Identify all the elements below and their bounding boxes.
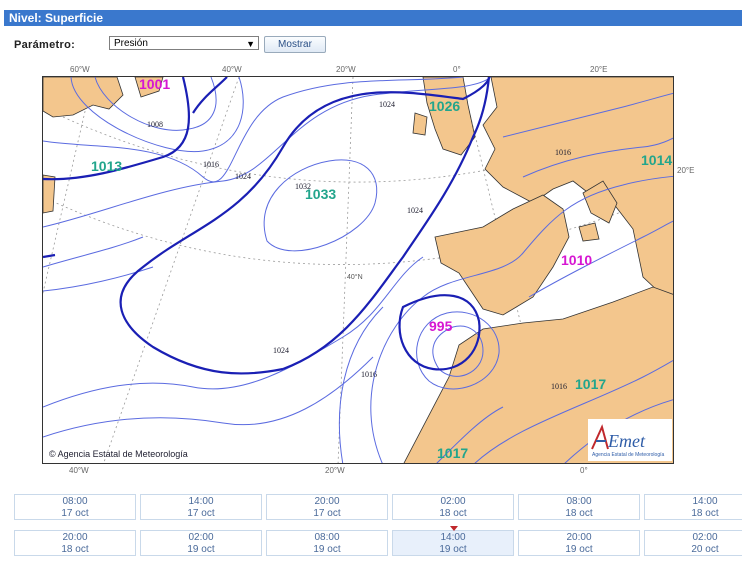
- lon-label-top: 60°W: [70, 65, 90, 74]
- timeline-date: 19 oct: [439, 544, 467, 555]
- isobar-value: 1016: [551, 382, 567, 391]
- timeline-time: 02:00: [692, 532, 718, 543]
- timeline-date: 18 oct: [691, 508, 719, 519]
- lon-label-top: 20°W: [336, 65, 356, 74]
- timeline-cell[interactable]: 14:00 18 oct: [644, 494, 742, 520]
- level-title-bar: Nivel: Superficie: [4, 10, 742, 26]
- timeline-time: 02:00: [188, 532, 214, 543]
- timeline-time: 20:00: [62, 532, 88, 543]
- isobar-value: 1024: [235, 172, 251, 181]
- lon-label-side: 20°E: [677, 166, 695, 175]
- parameter-selected-value: Presión: [114, 38, 148, 49]
- selected-time-marker-icon: [450, 526, 458, 531]
- timeline-cell[interactable]: 20:00 17 oct: [266, 494, 388, 520]
- high-centre-label: 1014: [641, 152, 672, 168]
- level-title: Nivel: Superficie: [9, 11, 104, 25]
- timeline-time: 08:00: [314, 532, 340, 543]
- timeline-cell[interactable]: 02:00 19 oct: [140, 530, 262, 556]
- isobar-value: 1016: [361, 370, 377, 379]
- lon-label-top: 0°: [453, 65, 461, 74]
- high-centre-label: 1026: [429, 98, 460, 114]
- timeline-cell[interactable]: 14:00 19 oct: [392, 530, 514, 556]
- low-centre-label: 1010: [561, 252, 592, 268]
- timeline-time: 08:00: [566, 496, 592, 507]
- timeline-date: 20 oct: [691, 544, 719, 555]
- timeline-cell[interactable]: 02:00 20 oct: [644, 530, 742, 556]
- isobar-value: 1024: [407, 206, 423, 215]
- lon-label-bottom: 0°: [580, 466, 588, 475]
- lon-label-bottom: 40°W: [69, 466, 89, 475]
- lon-label-bottom: 20°W: [325, 466, 345, 475]
- low-centre-label: 995: [429, 318, 453, 334]
- svg-text:Emet: Emet: [607, 431, 646, 451]
- high-centre-label: 1017: [437, 445, 468, 461]
- high-centre-label: 1013: [91, 158, 122, 174]
- low-centre-label: 1001: [139, 77, 170, 92]
- timeline-time: 20:00: [314, 496, 340, 507]
- isobar-value: 1024: [273, 346, 289, 355]
- timeline-time: 08:00: [62, 496, 88, 507]
- lon-label-top: 20°E: [590, 65, 608, 74]
- timeline-date: 19 oct: [187, 544, 215, 555]
- timeline-cell[interactable]: 14:00 17 oct: [140, 494, 262, 520]
- timeline-cell[interactable]: 08:00 18 oct: [518, 494, 640, 520]
- timeline-time: 20:00: [566, 532, 592, 543]
- timeline-time: 02:00: [440, 496, 466, 507]
- timeline-date: 18 oct: [61, 544, 89, 555]
- isobar-value: 1024: [379, 100, 395, 109]
- timeline-cell[interactable]: 02:00 18 oct: [392, 494, 514, 520]
- timeline-date: 19 oct: [565, 544, 593, 555]
- timeline-cell[interactable]: 08:00 19 oct: [266, 530, 388, 556]
- timeline-date: 18 oct: [439, 508, 467, 519]
- map-canvas: 1001 1010 995 1026 1013 1033 1014 1017 1…: [43, 77, 673, 463]
- timeline-date: 17 oct: [313, 508, 341, 519]
- aemet-logo: Emet Agencia Estatal de Meteorología: [588, 419, 672, 461]
- timeline-date: 18 oct: [565, 508, 593, 519]
- lon-label-top: 40°W: [222, 65, 242, 74]
- show-button[interactable]: Mostrar: [264, 36, 326, 53]
- timeline-time: 14:00: [692, 496, 718, 507]
- timeline-date: 17 oct: [187, 508, 215, 519]
- copyright-text: © Agencia Estatal de Meteorología: [49, 449, 188, 459]
- timeline-cell[interactable]: 20:00 19 oct: [518, 530, 640, 556]
- timeline-time: 14:00: [188, 496, 214, 507]
- timeline-time: 14:00: [440, 532, 466, 543]
- isobar-value: 1016: [203, 160, 219, 169]
- lat-label: 40°N: [347, 273, 363, 281]
- high-centre-label: 1017: [575, 376, 606, 392]
- parameter-select[interactable]: Presión ▼: [109, 36, 259, 50]
- pressure-map[interactable]: 1001 1010 995 1026 1013 1033 1014 1017 1…: [42, 76, 674, 464]
- isobar-value: 1032: [295, 182, 311, 191]
- isobar-value: 1008: [147, 120, 163, 129]
- timeline-cell[interactable]: 20:00 18 oct: [14, 530, 136, 556]
- parameter-label: Parámetro:: [14, 39, 76, 51]
- logo-subtitle: Agencia Estatal de Meteorología: [592, 452, 665, 458]
- timeline-cell[interactable]: 08:00 17 oct: [14, 494, 136, 520]
- isobar-value: 1016: [555, 148, 571, 157]
- timeline-date: 19 oct: [313, 544, 341, 555]
- dropdown-arrow-icon: ▼: [246, 39, 255, 49]
- timeline-date: 17 oct: [61, 508, 89, 519]
